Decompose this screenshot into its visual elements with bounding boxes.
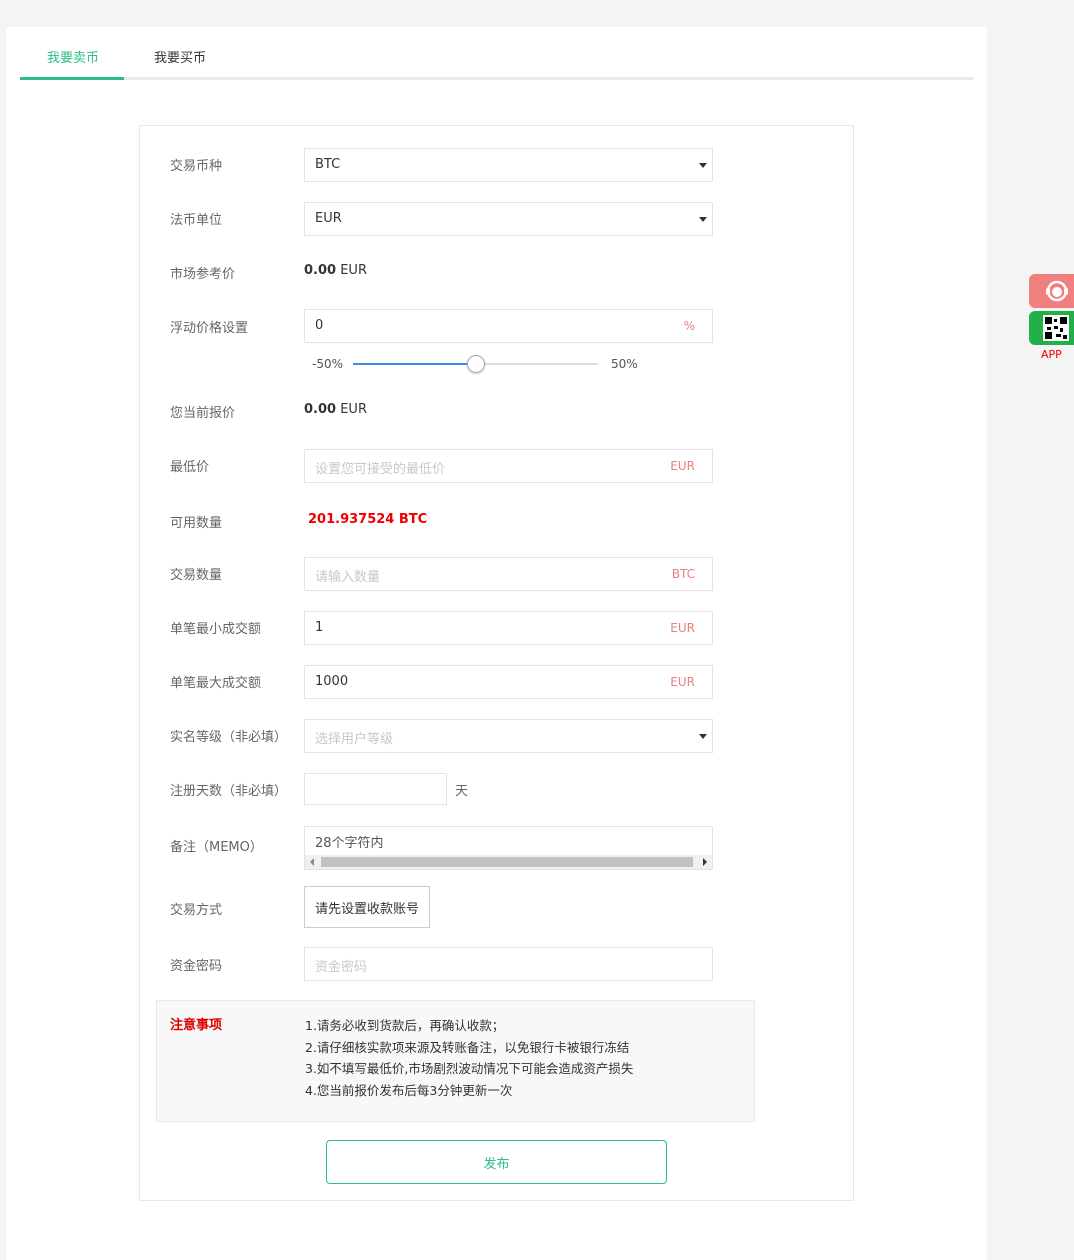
fiat-label: 法币单位 — [170, 213, 223, 228]
payment-label: 交易方式 — [170, 903, 223, 918]
slider-min-label: -50% — [312, 357, 344, 371]
app-label: APP — [1041, 348, 1062, 361]
min-trade-unit: EUR — [670, 621, 695, 635]
max-trade-input[interactable]: 1000 EUR — [304, 665, 713, 699]
slider-handle[interactable] — [467, 355, 485, 373]
chevron-down-icon — [699, 734, 707, 739]
kyc-level-placeholder: 选择用户等级 — [315, 732, 394, 747]
reg-days-unit: 天 — [455, 784, 469, 799]
scroll-left-icon[interactable] — [310, 858, 314, 866]
notice-item: 1.请务必收到货款后，再确认收款； — [305, 1018, 505, 1033]
currency-select[interactable]: BTC — [304, 148, 713, 182]
min-price-unit: EUR — [670, 459, 695, 473]
trade-amount-unit: BTC — [671, 567, 695, 581]
trade-amount-label: 交易数量 — [170, 568, 223, 583]
memo-textarea[interactable]: 28个字符内 — [304, 826, 713, 870]
sell-form: 交易币种 BTC 法币单位 EUR 市场参考价 0.00 EUR 浮动价格设置 … — [139, 125, 854, 1201]
market-price-unit: EUR — [340, 263, 367, 278]
min-trade-input[interactable]: 1 EUR — [304, 611, 713, 645]
notice-box: 注意事项 1.请务必收到货款后，再确认收款； 2.请仔细核实款项来源及转账备注，… — [156, 1000, 755, 1122]
fund-password-label: 资金密码 — [170, 959, 223, 974]
float-price-label: 浮动价格设置 — [170, 321, 249, 336]
trade-amount-placeholder: 请输入数量 — [315, 570, 381, 585]
customer-service-button[interactable] — [1029, 274, 1074, 308]
market-price-value: 0.00 EUR — [304, 263, 367, 278]
market-price-label: 市场参考价 — [170, 267, 236, 282]
tab-buy[interactable]: 我要买币 — [154, 47, 206, 66]
memo-label: 备注（MEMO） — [170, 840, 263, 855]
max-trade-unit: EUR — [670, 675, 695, 689]
min-price-label: 最低价 — [170, 460, 210, 475]
min-trade-label: 单笔最小成交额 — [170, 622, 262, 637]
notice-title: 注意事项 — [170, 1018, 223, 1033]
available-value: 201.937524 BTC — [308, 512, 428, 527]
percent-unit: % — [683, 319, 695, 333]
memo-value: 28个字符内 — [315, 836, 384, 851]
tab-bar: 我要卖币 我要买币 — [20, 27, 974, 80]
available-label: 可用数量 — [170, 516, 223, 531]
max-trade-value: 1000 — [315, 674, 349, 689]
kyc-level-label: 实名等级（非必填） — [170, 730, 288, 745]
max-trade-label: 单笔最大成交额 — [170, 676, 262, 691]
memo-scrollbar[interactable] — [305, 855, 712, 869]
app-download-button[interactable] — [1029, 311, 1074, 345]
float-price-slider[interactable] — [353, 355, 598, 373]
currency-label: 交易币种 — [170, 159, 223, 174]
active-tab-indicator — [20, 77, 124, 80]
setup-payment-button[interactable]: 请先设置收款账号 — [304, 886, 430, 928]
min-trade-value: 1 — [315, 620, 324, 635]
market-price-amount: 0.00 — [304, 263, 337, 278]
currency-value: BTC — [315, 157, 341, 172]
current-quote-value: 0.00 EUR — [304, 402, 367, 417]
chevron-down-icon — [699, 217, 707, 222]
qr-code-icon — [1043, 315, 1069, 341]
reg-days-input[interactable] — [304, 773, 447, 805]
notice-item: 3.如不填写最低价,市场剧烈波动情况下可能会造成资产损失 — [305, 1061, 634, 1076]
trade-amount-input[interactable]: 请输入数量 BTC — [304, 557, 713, 591]
float-price-value: 0 — [315, 318, 324, 333]
notice-item: 2.请仔细核实款项来源及转账备注，以免银行卡被银行冻结 — [305, 1039, 630, 1055]
notice-item: 4.您当前报价发布后每3分钟更新一次 — [305, 1082, 513, 1098]
fiat-value: EUR — [315, 211, 342, 226]
notice-list: 1.请务必收到货款后，再确认收款； 2.请仔细核实款项来源及转账备注，以免银行卡… — [305, 1015, 633, 1101]
slider-max-label: 50% — [611, 357, 638, 371]
fiat-select[interactable]: EUR — [304, 202, 713, 236]
publish-button[interactable]: 发布 — [326, 1140, 667, 1184]
headset-icon — [1046, 280, 1068, 302]
slider-fill — [353, 363, 476, 365]
tab-sell[interactable]: 我要卖币 — [47, 47, 99, 66]
min-price-placeholder: 设置您可接受的最低价 — [315, 462, 446, 477]
main-panel: 我要卖币 我要买币 交易币种 BTC 法币单位 EUR 市场参考价 0.00 E… — [6, 27, 987, 1260]
chevron-down-icon — [699, 163, 707, 168]
current-quote-unit: EUR — [340, 402, 367, 417]
float-price-input[interactable]: 0 % — [304, 309, 713, 343]
scrollbar-thumb[interactable] — [321, 857, 693, 867]
min-price-input[interactable]: 设置您可接受的最低价 EUR — [304, 449, 713, 483]
fund-password-input[interactable]: 资金密码 — [304, 947, 713, 981]
scroll-right-icon[interactable] — [703, 858, 707, 866]
reg-days-label: 注册天数（非必填） — [170, 784, 288, 799]
current-quote-label: 您当前报价 — [170, 406, 236, 421]
fund-password-placeholder: 资金密码 — [315, 960, 368, 975]
kyc-level-select[interactable]: 选择用户等级 — [304, 719, 713, 753]
current-quote-amount: 0.00 — [304, 402, 337, 417]
